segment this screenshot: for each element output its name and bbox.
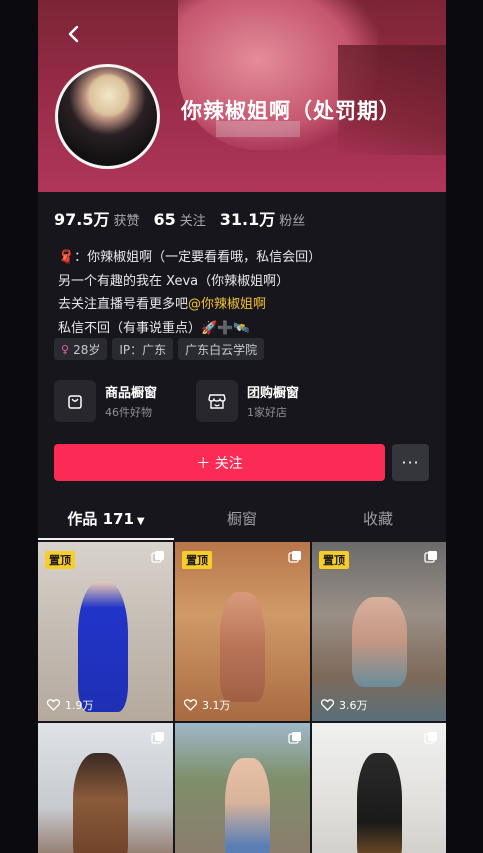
video-thumbnail[interactable]: 置顶 1.9万 bbox=[38, 542, 173, 721]
avatar-hair bbox=[86, 73, 131, 118]
bio-line-3-text: 去关注直播号看更多吧 bbox=[58, 297, 189, 312]
thumbnail-figure bbox=[220, 592, 265, 702]
pinned-badge: 置顶 bbox=[182, 551, 212, 569]
stat-followers-value: 31.1万 bbox=[219, 210, 276, 229]
profile-tabs: 作品 171 ▼ 橱窗 收藏 bbox=[38, 498, 446, 540]
group-buy-subtitle: 1家好店 bbox=[247, 406, 287, 419]
bio-line-2: 另一个有趣的我在 Xeva（你辣椒姐啊） bbox=[58, 273, 290, 289]
bio-line-3: 去关注直播号看更多吧@你辣椒姐啊 bbox=[58, 293, 321, 317]
tab-showcase-label: 橱窗 bbox=[226, 510, 257, 528]
multi-image-icon bbox=[288, 732, 301, 744]
video-thumbnail[interactable] bbox=[38, 723, 173, 853]
thumbnail-figure bbox=[357, 753, 402, 853]
female-icon: ♀ bbox=[61, 342, 70, 356]
pinned-badge: 置顶 bbox=[45, 551, 75, 569]
back-button[interactable] bbox=[62, 22, 86, 46]
follow-button[interactable]: ＋ 关注 bbox=[54, 444, 385, 481]
caret-down-icon: ▼ bbox=[136, 516, 145, 527]
chevron-left-icon bbox=[68, 25, 79, 43]
multi-image-icon bbox=[151, 732, 164, 744]
thumbnail-figure bbox=[352, 597, 407, 687]
video-grid: 置顶 1.9万 置顶 3.1万 置顶 3.6万 bbox=[38, 542, 446, 853]
bio-mention-link[interactable]: @你辣椒姐啊 bbox=[188, 297, 266, 312]
video-likes-count: 3.1万 bbox=[202, 699, 231, 712]
stat-followers[interactable]: 31.1万 粉丝 bbox=[220, 206, 306, 230]
thumbnail-figure bbox=[78, 582, 128, 712]
tag-school-text: 广东白云学院 bbox=[185, 342, 258, 357]
stat-followers-label: 粉丝 bbox=[279, 214, 306, 229]
video-thumbnail[interactable]: 置顶 3.1万 bbox=[175, 542, 310, 721]
stat-likes-value: 97.5万 bbox=[54, 210, 110, 229]
video-thumbnail[interactable] bbox=[312, 723, 446, 853]
profile-bio: 🧣：你辣椒姐啊（一定要看看哦，私信会回） 另一个有趣的我在 Xeva（你辣椒姐啊… bbox=[58, 246, 321, 340]
bio-line-4: 私信不回（有事说重点）🚀➕🛰️ bbox=[58, 320, 250, 336]
stat-likes-label: 获赞 bbox=[113, 214, 140, 229]
tab-works[interactable]: 作品 171 ▼ bbox=[38, 498, 174, 540]
multi-image-icon bbox=[151, 551, 164, 563]
pinned-badge: 置顶 bbox=[319, 551, 349, 569]
video-likes: 3.6万 bbox=[321, 697, 368, 713]
profile-info-card: 97.5万 获赞 65 关注 31.1万 粉丝 🧣：你辣椒姐啊（一定要看看哦，私信会回… bbox=[38, 192, 446, 853]
video-likes: 3.1万 bbox=[184, 697, 231, 713]
stat-likes[interactable]: 97.5万 获赞 bbox=[54, 206, 140, 230]
multi-image-icon bbox=[424, 551, 437, 563]
tag-ip-text: IP：广东 bbox=[119, 342, 167, 357]
thumbnail-figure bbox=[225, 758, 270, 853]
tab-favorites[interactable]: 收藏 bbox=[310, 498, 446, 540]
store-icon bbox=[196, 380, 238, 422]
video-likes-count: 3.6万 bbox=[339, 699, 368, 712]
profile-stats: 97.5万 获赞 65 关注 31.1万 粉丝 bbox=[54, 206, 305, 230]
bio-line-1: 🧣：你辣椒姐啊（一定要看看哦，私信会回） bbox=[58, 250, 322, 265]
shop-window-title: 商品橱窗 bbox=[105, 386, 158, 401]
heart-icon bbox=[47, 699, 60, 711]
heart-icon bbox=[184, 699, 197, 711]
stat-following-label: 关注 bbox=[179, 214, 206, 229]
stat-following-value: 65 bbox=[153, 210, 176, 229]
tag-age-text: 28岁 bbox=[73, 342, 101, 357]
shop-window-subtitle: 46件好物 bbox=[105, 406, 152, 419]
tag-age: ♀ 28岁 bbox=[54, 338, 108, 360]
profile-tags: ♀ 28岁 IP：广东 广东白云学院 bbox=[54, 338, 265, 360]
heart-icon bbox=[321, 699, 334, 711]
video-likes: 1.9万 bbox=[47, 697, 94, 713]
shopping-bag-icon bbox=[54, 380, 96, 422]
tab-showcase[interactable]: 橱窗 bbox=[174, 498, 310, 540]
group-buy-entry[interactable]: 团购橱窗 1家好店 bbox=[196, 380, 299, 422]
profile-cover-banner: 你辣椒姐啊（处罚期） bbox=[38, 0, 446, 192]
tab-works-label: 作品 171 bbox=[67, 510, 134, 528]
video-likes-count: 1.9万 bbox=[65, 699, 94, 712]
more-options-button[interactable]: ··· bbox=[392, 444, 429, 481]
avatar[interactable] bbox=[55, 64, 160, 169]
multi-image-icon bbox=[424, 732, 437, 744]
thumbnail-figure bbox=[73, 753, 128, 853]
video-thumbnail[interactable]: 置顶 3.6万 bbox=[312, 542, 446, 721]
tag-ip-location: IP：广东 bbox=[112, 338, 174, 360]
multi-image-icon bbox=[288, 551, 301, 563]
tag-school[interactable]: 广东白云学院 bbox=[178, 338, 265, 360]
video-thumbnail[interactable] bbox=[175, 723, 310, 853]
shop-window-entry[interactable]: 商品橱窗 46件好物 bbox=[54, 380, 157, 422]
stat-following[interactable]: 65 关注 bbox=[154, 210, 206, 229]
group-buy-title: 团购橱窗 bbox=[247, 386, 300, 401]
profile-screen: 你辣椒姐啊（处罚期） 97.5万 获赞 65 关注 31.1万 粉丝 🧣：你辣椒姐啊（… bbox=[38, 0, 446, 853]
blurred-user-id bbox=[216, 121, 300, 137]
tab-favorites-label: 收藏 bbox=[362, 510, 393, 528]
